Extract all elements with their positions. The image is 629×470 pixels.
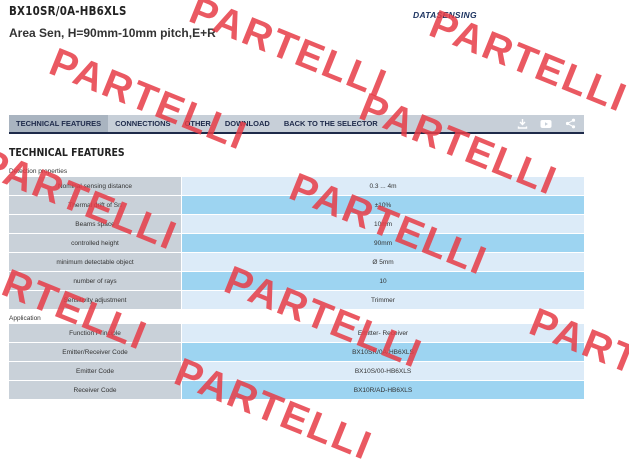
nav-icons bbox=[516, 118, 584, 130]
download-icon[interactable] bbox=[516, 118, 528, 130]
tab-connections[interactable]: CONNECTIONS bbox=[108, 115, 177, 132]
spec-value: ±10% bbox=[182, 196, 584, 214]
spec-name: number of rays bbox=[9, 272, 182, 290]
table-row: Emitter/Receiver Code BX10SR/0A-HB6XLS bbox=[9, 343, 584, 362]
spec-name: Receiver Code bbox=[9, 381, 182, 399]
spec-value: BX10S/00-HB6XLS bbox=[182, 362, 584, 380]
section-title: TECHNICAL FEATURES bbox=[9, 146, 125, 159]
spec-value: Trimmer bbox=[182, 291, 584, 309]
spec-name: Function Principle bbox=[9, 324, 182, 342]
spec-name: Thermal drift of Sn bbox=[9, 196, 182, 214]
spec-name: Sensitivity adjustment bbox=[9, 291, 182, 309]
spec-value: Emitter- Receiver bbox=[182, 324, 584, 342]
tab-technical-features[interactable]: TECHNICAL FEATURES bbox=[9, 115, 109, 132]
table-row: Thermal drift of Sn ±10% bbox=[9, 196, 584, 215]
table-row: Receiver Code BX10R/AD-HB6XLS bbox=[9, 381, 584, 400]
spec-value: 90mm bbox=[182, 234, 584, 252]
spec-value: 10 bbox=[182, 272, 584, 290]
video-icon[interactable] bbox=[540, 118, 552, 130]
table-row: controlled height 90mm bbox=[9, 234, 584, 253]
spec-name: controlled height bbox=[9, 234, 182, 252]
spec-name: Beams space bbox=[9, 215, 182, 233]
back-to-selector-link[interactable]: BACK TO THE SELECTOR bbox=[277, 115, 385, 132]
table-row: minimum detectable object Ø 5mm bbox=[9, 253, 584, 272]
group-label-application: Application bbox=[9, 315, 41, 322]
table-row: Function Principle Emitter- Receiver bbox=[9, 324, 584, 343]
product-code: BX10SR/0A-HB6XLS bbox=[9, 3, 127, 18]
watermark: PARTELLI bbox=[183, 0, 394, 107]
table-row: Nominal sensing distance 0.3 ... 4m bbox=[9, 177, 584, 196]
spec-table-detection: Nominal sensing distance 0.3 ... 4m Ther… bbox=[9, 177, 584, 310]
table-row: number of rays 10 bbox=[9, 272, 584, 291]
share-icon[interactable] bbox=[564, 118, 576, 130]
product-subtitle: Area Sen, H=90mm-10mm pitch,E+R bbox=[9, 26, 216, 40]
brand-logo: DATASENSING bbox=[413, 5, 477, 20]
watermark: PARTELLI bbox=[43, 40, 254, 159]
spec-name: Nominal sensing distance bbox=[9, 177, 182, 195]
spec-table-application: Function Principle Emitter- Receiver Emi… bbox=[9, 324, 584, 400]
group-label-detection: Detection properties bbox=[9, 168, 68, 175]
spec-name: Emitter Code bbox=[9, 362, 182, 380]
table-row: Sensitivity adjustment Trimmer bbox=[9, 291, 584, 310]
table-row: Beams space 10mm bbox=[9, 215, 584, 234]
spec-value: BX10SR/0A-HB6XLS bbox=[182, 343, 584, 361]
tab-navbar: TECHNICAL FEATURES CONNECTIONS OTHER DOW… bbox=[9, 115, 584, 134]
tab-other[interactable]: OTHER bbox=[178, 115, 218, 132]
tab-download[interactable]: DOWNLOAD bbox=[218, 115, 277, 132]
spec-value: 0.3 ... 4m bbox=[182, 177, 584, 195]
spec-name: minimum detectable object bbox=[9, 253, 182, 271]
spec-value: Ø 5mm bbox=[182, 253, 584, 271]
brand-logo-text: DATASENSING bbox=[413, 10, 477, 20]
table-row: Emitter Code BX10S/00-HB6XLS bbox=[9, 362, 584, 381]
spec-value: 10mm bbox=[182, 215, 584, 233]
spec-name: Emitter/Receiver Code bbox=[9, 343, 182, 361]
spec-value: BX10R/AD-HB6XLS bbox=[182, 381, 584, 399]
